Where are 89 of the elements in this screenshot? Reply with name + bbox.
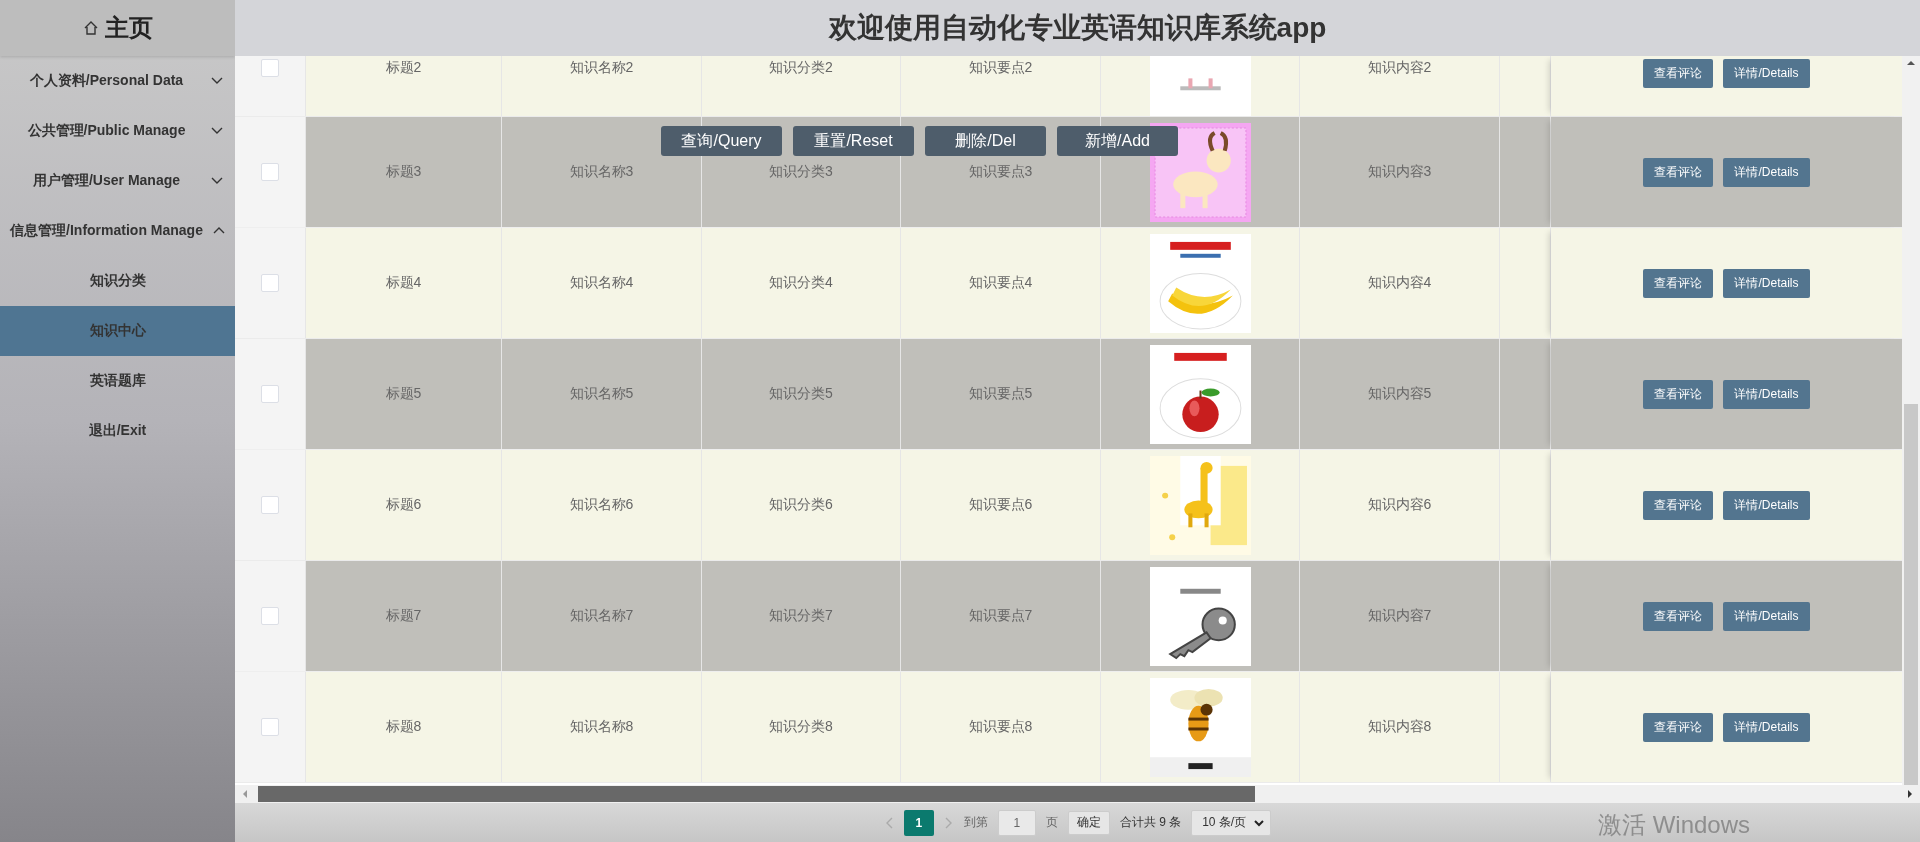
menu-group[interactable]: 信息管理/Information Manage (0, 206, 235, 256)
table-cell: 知识分类3 (769, 163, 833, 181)
table-cell: 知识名称6 (569, 496, 634, 514)
confirm-button[interactable]: 确定 (1067, 810, 1110, 835)
menu-group[interactable]: 用户管理/User Manage (0, 156, 235, 206)
row-checkbox[interactable] (261, 274, 279, 292)
action-button[interactable]: 查看评论 (1643, 490, 1714, 520)
scrollbar[interactable] (235, 785, 1920, 803)
action-button[interactable]: 查看评论 (1643, 379, 1714, 409)
row-checkbox[interactable] (261, 163, 279, 181)
menu-item[interactable]: 英语题库 (0, 356, 235, 406)
scrollbar[interactable] (1902, 56, 1920, 785)
goto-label: 到第 (963, 814, 988, 831)
table-cell: 标题4 (385, 274, 422, 292)
caret-icon (1254, 818, 1265, 827)
action-button[interactable]: 详情/Details (1723, 712, 1810, 742)
table-cell: 知识要点6 (968, 496, 1033, 514)
total-count: 合计共 9 条 (1119, 814, 1182, 831)
toolbar-button[interactable]: 重置/Reset (793, 126, 914, 156)
page-title: 欢迎使用自动化专业英语知识库系统app (828, 11, 1327, 45)
action-button[interactable]: 详情/Details (1723, 59, 1810, 88)
table-cell: 知识名称8 (569, 718, 634, 736)
chevron-icon (213, 225, 225, 236)
action-button[interactable]: 查看评论 (1643, 268, 1714, 298)
page-unit: 页 (1045, 814, 1058, 831)
row-checkbox[interactable] (261, 385, 279, 403)
table-cell: 标题6 (385, 496, 422, 514)
table-cell: 知识分类8 (769, 718, 833, 736)
action-button[interactable]: 查看评论 (1643, 712, 1714, 742)
table-cell: 知识分类7 (769, 607, 833, 625)
row-checkbox[interactable] (261, 607, 279, 625)
next-page-icon[interactable] (943, 815, 954, 830)
action-button[interactable]: 详情/Details (1723, 268, 1810, 298)
table-cell: 知识名称4 (569, 274, 634, 292)
table-cell: 知识内容4 (1367, 274, 1432, 292)
table-cell: 知识分类6 (769, 496, 833, 514)
table-cell: 知识分类2 (769, 59, 833, 77)
table-cell: 知识内容3 (1367, 163, 1432, 181)
table-cell: 知识名称5 (569, 385, 634, 403)
page-size-select[interactable]: 10 条/页 (1191, 809, 1272, 836)
chevron-icon (211, 175, 223, 186)
chevron-icon (211, 75, 223, 86)
table-cell: 标题3 (385, 163, 422, 181)
table-cell: 知识分类4 (769, 274, 833, 292)
action-button[interactable]: 查看评论 (1643, 59, 1714, 88)
table-cell: 知识名称3 (569, 163, 634, 181)
action-button[interactable]: 详情/Details (1723, 157, 1810, 187)
scrollbar-thumb[interactable] (258, 786, 1255, 802)
sidebar-title[interactable]: 主页 (104, 12, 153, 44)
table-cell: 知识内容7 (1367, 607, 1432, 625)
table-cell: 知识名称2 (569, 59, 634, 77)
table-cell: 知识内容8 (1367, 718, 1432, 736)
action-button[interactable]: 详情/Details (1723, 601, 1810, 631)
table-cell: 知识内容2 (1367, 59, 1432, 77)
menu-group[interactable]: 个人资料/Personal Data (0, 56, 235, 106)
page-number[interactable]: 1 (903, 809, 934, 836)
table-cell: 标题5 (385, 385, 422, 403)
table-cell: 知识要点8 (968, 718, 1033, 736)
chevron-icon (211, 125, 223, 136)
menu-item[interactable]: 退出/Exit (0, 406, 235, 456)
action-button[interactable]: 详情/Details (1723, 490, 1810, 520)
table-cell: 知识内容5 (1367, 385, 1432, 403)
table-cell: 知识要点5 (968, 385, 1033, 403)
menu-group[interactable]: 公共管理/Public Manage (0, 106, 235, 156)
table-cell: 标题2 (385, 59, 422, 77)
action-button[interactable]: 详情/Details (1723, 379, 1810, 409)
toolbar-button[interactable]: 新增/Add (1057, 126, 1178, 156)
table-cell: 知识名称7 (569, 607, 634, 625)
table-cell: 知识要点3 (968, 163, 1033, 181)
action-button[interactable]: 查看评论 (1643, 601, 1714, 631)
table-cell: 知识要点4 (968, 274, 1033, 292)
toolbar-button[interactable]: 查询/Query (661, 126, 782, 156)
table-cell: 知识要点2 (968, 59, 1033, 77)
toolbar-button[interactable]: 删除/Del (925, 126, 1046, 156)
home-icon (82, 20, 99, 36)
row-checkbox[interactable] (261, 59, 279, 77)
page-input[interactable]: 1 (997, 809, 1036, 836)
row-checkbox[interactable] (261, 718, 279, 736)
action-button[interactable]: 查看评论 (1643, 157, 1714, 187)
table-cell: 标题8 (385, 718, 422, 736)
table-cell: 知识分类5 (769, 385, 833, 403)
table-cell: 知识要点7 (968, 607, 1033, 625)
menu-item[interactable]: 知识中心 (0, 306, 235, 356)
table-cell: 知识内容6 (1367, 496, 1432, 514)
activation-notice: 激活 Windows (1598, 810, 1751, 840)
row-checkbox[interactable] (261, 496, 279, 514)
scrollbar-thumb[interactable] (1904, 404, 1918, 785)
menu-item[interactable]: 知识分类 (0, 256, 235, 306)
table-cell: 标题7 (385, 607, 422, 625)
